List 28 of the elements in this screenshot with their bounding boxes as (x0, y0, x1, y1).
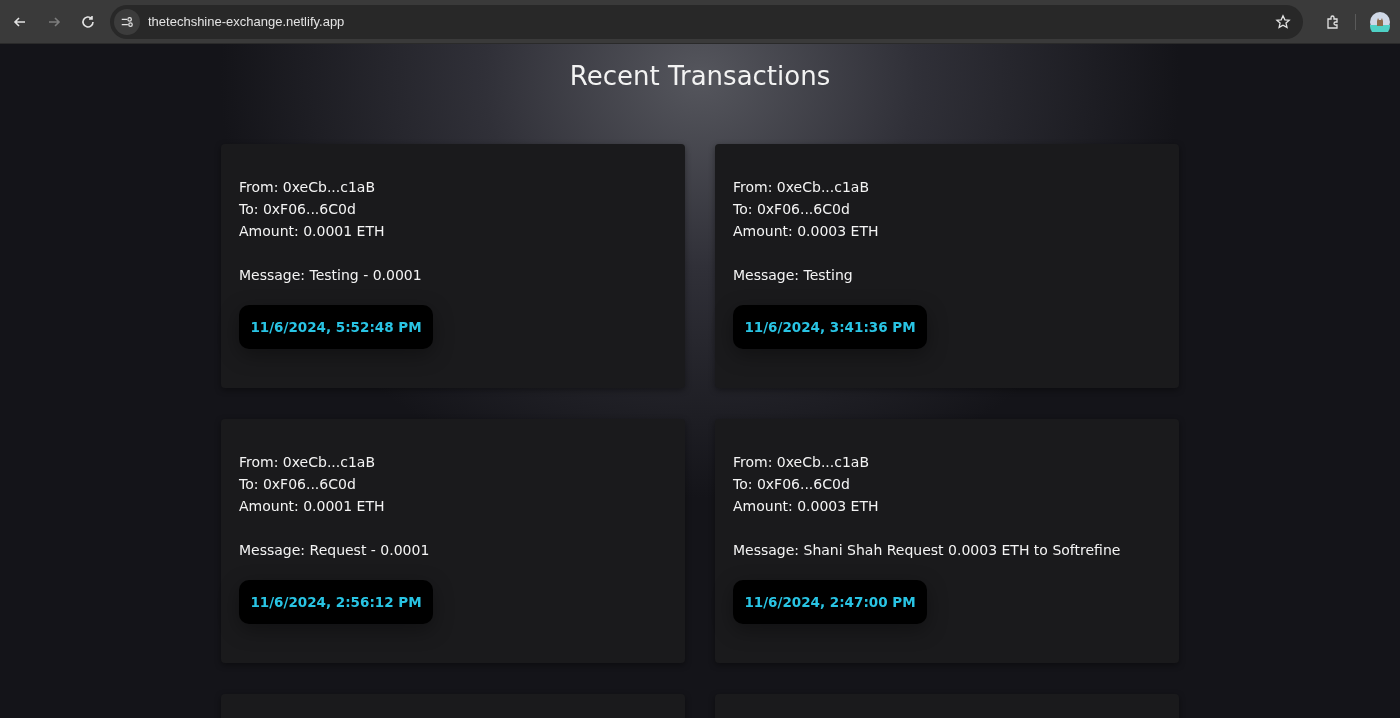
sender-text: From: 0xeCb...c1aB (239, 453, 377, 472)
bookmark-star-icon[interactable] (1275, 13, 1291, 30)
amount-text: Amount: 0.0003 ETH (733, 222, 880, 241)
message-text: Message: Testing - 0.0001 (239, 266, 423, 285)
amount-text: Amount: 0.0001 ETH (239, 497, 386, 516)
recipient-text: To: 0xF06...6C0d (733, 200, 851, 219)
sender-text: From: 0xeCb...c1aB (733, 453, 871, 472)
reload-icon[interactable] (80, 13, 96, 30)
recipient-text: To: 0xF06...6C0d (733, 475, 851, 494)
sender-text: From: 0xeCb...c1aB (733, 178, 871, 197)
puzzle-icon[interactable] (1325, 13, 1341, 30)
url-text: thetechshine-exchange.netlify.app (148, 14, 346, 29)
timestamp-badge: 11/6/2024, 3:41:36 PM (733, 305, 927, 349)
message-text: Message: Request - 0.0001 (239, 541, 431, 560)
address-bar[interactable]: thetechshine-exchange.netlify.app (110, 4, 1303, 39)
recipient-text: To: 0xF06...6C0d (239, 200, 357, 219)
message-text: Message: Testing (733, 266, 854, 285)
amount-text: Amount: 0.0003 ETH (733, 497, 880, 516)
timestamp-badge: 11/6/2024, 5:52:48 PM (239, 305, 433, 349)
timestamp-badge: 11/6/2024, 2:56:12 PM (239, 580, 433, 624)
amount-text: Amount: 0.0001 ETH (239, 222, 386, 241)
profile-avatar-icon[interactable] (1370, 11, 1390, 32)
sender-text: From: 0xeCb...c1aB (239, 178, 377, 197)
message-text: Message: Shani Shah Request 0.0003 ETH to Softrefine (733, 541, 1122, 560)
site-info-icon[interactable] (114, 8, 140, 35)
timestamp-badge: 11/6/2024, 2:47:00 PM (733, 580, 927, 624)
page-title: Recent Transactions (569, 60, 831, 93)
recipient-text: To: 0xF06...6C0d (239, 475, 357, 494)
